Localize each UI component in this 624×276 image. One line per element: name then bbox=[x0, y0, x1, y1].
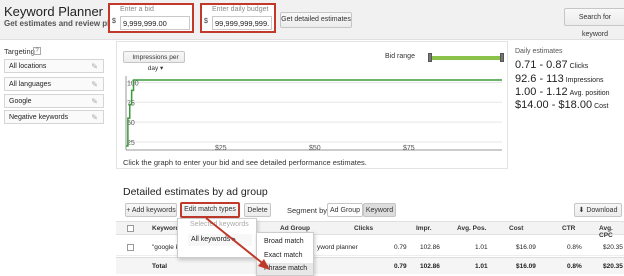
segment-keyword-button[interactable]: Keyword bbox=[363, 203, 396, 217]
bid-range-slider[interactable] bbox=[428, 53, 504, 62]
impressions-chart[interactable]: 100755025$25 $50 $75 bbox=[118, 74, 506, 154]
add-keywords-button[interactable]: + Add keywords bbox=[125, 203, 177, 217]
total-ctr: 0.8% bbox=[567, 263, 582, 270]
app-subtitle: Get estimates and review plan bbox=[4, 19, 119, 28]
estimate-cost: $14.00 - $18.00 Cost bbox=[515, 99, 608, 111]
x-tick-label: $50 bbox=[309, 145, 321, 152]
total-impr: 102.86 bbox=[420, 263, 440, 270]
bid-field-group: Enter a bid $ bbox=[108, 3, 194, 33]
targeting-label: Targeting bbox=[4, 47, 35, 56]
total-clicks: 0.79 bbox=[394, 263, 407, 270]
cell-avg-cpc: $20.35 bbox=[603, 244, 623, 251]
select-all-checkbox[interactable] bbox=[127, 225, 134, 232]
sidebar-item-label: Google bbox=[9, 98, 32, 105]
cell-ctr: 0.8% bbox=[567, 244, 582, 251]
bid-currency: $ bbox=[112, 18, 116, 25]
sidebar-item-label: Negative keywords bbox=[9, 114, 69, 121]
app-title: Keyword Planner bbox=[4, 4, 103, 19]
estimate-unit: Avg. position bbox=[569, 90, 610, 97]
total-cost: $16.09 bbox=[516, 263, 536, 270]
budget-input[interactable] bbox=[212, 16, 272, 30]
pencil-icon[interactable]: ✎ bbox=[91, 78, 98, 91]
search-keywords-button[interactable]: Search for keyword bbox=[564, 8, 624, 38]
sidebar-item-network[interactable]: Google ✎ bbox=[4, 94, 104, 108]
daily-estimates-title: Daily estimates bbox=[515, 48, 563, 55]
estimate-unit: Cost bbox=[594, 103, 609, 110]
pencil-icon[interactable]: ✎ bbox=[91, 95, 98, 108]
estimate-unit: Clicks bbox=[569, 63, 589, 70]
col-clicks[interactable]: Clicks bbox=[354, 225, 373, 232]
chart-hint: Click the graph to enter your bid and se… bbox=[123, 158, 367, 167]
cell-avg-pos: 1.01 bbox=[475, 244, 488, 251]
x-tick-label: $25 bbox=[215, 145, 227, 152]
budget-label: Enter daily budget bbox=[212, 6, 269, 13]
estimate-clicks: 0.71 - 0.87 Clicks bbox=[515, 59, 588, 71]
table-total-row: Total 0.79 102.86 1.01 $16.09 0.8% $20.3… bbox=[116, 257, 624, 274]
segment-adgroup-button[interactable]: Ad Group bbox=[327, 203, 363, 217]
sidebar-item-negative-keywords[interactable]: Negative keywords ✎ bbox=[4, 110, 104, 124]
cell-adgroup: yword planner bbox=[317, 244, 358, 251]
slider-handle-max[interactable] bbox=[500, 53, 504, 62]
bid-range-label: Bid range bbox=[385, 53, 415, 60]
budget-field-group: Enter daily budget $ bbox=[200, 3, 276, 33]
cell-cost: $16.09 bbox=[516, 244, 536, 251]
col-cost[interactable]: Cost bbox=[509, 225, 523, 232]
sidebar-item-locations[interactable]: All locations ✎ bbox=[4, 59, 104, 73]
segment-by-label: Segment by: bbox=[287, 206, 330, 215]
col-impr[interactable]: Impr. bbox=[416, 225, 432, 232]
estimate-value: $14.00 - $18.00 bbox=[515, 99, 593, 111]
col-keyword[interactable]: Keyword bbox=[152, 225, 179, 232]
detail-section-title: Detailed estimates by ad group bbox=[123, 186, 268, 198]
row-checkbox[interactable] bbox=[127, 244, 134, 251]
col-adgroup[interactable]: Ad Group bbox=[280, 225, 310, 232]
sidebar-item-label: All languages bbox=[9, 81, 52, 88]
pencil-icon[interactable]: ✎ bbox=[91, 60, 98, 73]
bid-label: Enter a bid bbox=[120, 6, 154, 13]
get-estimates-button[interactable]: Get detailed estimates bbox=[280, 12, 352, 28]
total-avg-pos: 1.01 bbox=[475, 263, 488, 270]
arrow-line bbox=[205, 217, 267, 267]
help-icon[interactable]: ? bbox=[33, 47, 41, 55]
estimate-value: 92.6 - 113 bbox=[515, 73, 564, 85]
col-ctr[interactable]: CTR bbox=[562, 225, 575, 232]
pencil-icon[interactable]: ✎ bbox=[91, 111, 98, 124]
total-avg-cpc: $20.35 bbox=[603, 263, 623, 270]
col-avg-cpc[interactable]: Avg. CPC bbox=[599, 225, 624, 239]
estimate-position: 1.00 - 1.12 Avg. position bbox=[515, 86, 610, 98]
sidebar-item-label: All locations bbox=[9, 63, 47, 70]
series-line bbox=[126, 79, 502, 147]
slider-handle-min[interactable] bbox=[428, 53, 432, 62]
bid-input[interactable] bbox=[120, 16, 190, 30]
total-label: Total bbox=[152, 263, 168, 270]
chevron-down-icon: ▾ bbox=[160, 65, 164, 72]
cell-impr: 102.86 bbox=[420, 244, 440, 251]
budget-currency: $ bbox=[204, 18, 208, 25]
estimate-value: 0.71 - 0.87 bbox=[515, 59, 568, 71]
download-button[interactable]: ⬇ Download bbox=[574, 203, 622, 217]
metric-dropdown[interactable]: Impressions per day ▾ bbox=[123, 51, 185, 72]
estimate-value: 1.00 - 1.12 bbox=[515, 86, 568, 98]
cell-clicks: 0.79 bbox=[394, 244, 407, 251]
sidebar-item-languages[interactable]: All languages ✎ bbox=[4, 77, 104, 91]
annotation-arrow bbox=[205, 217, 270, 270]
estimate-unit: Impressions bbox=[565, 77, 604, 84]
col-avg-pos[interactable]: Avg. Pos. bbox=[457, 225, 486, 232]
estimate-impressions: 92.6 - 113 Impressions bbox=[515, 73, 603, 85]
x-tick-label: $75 bbox=[403, 145, 415, 152]
